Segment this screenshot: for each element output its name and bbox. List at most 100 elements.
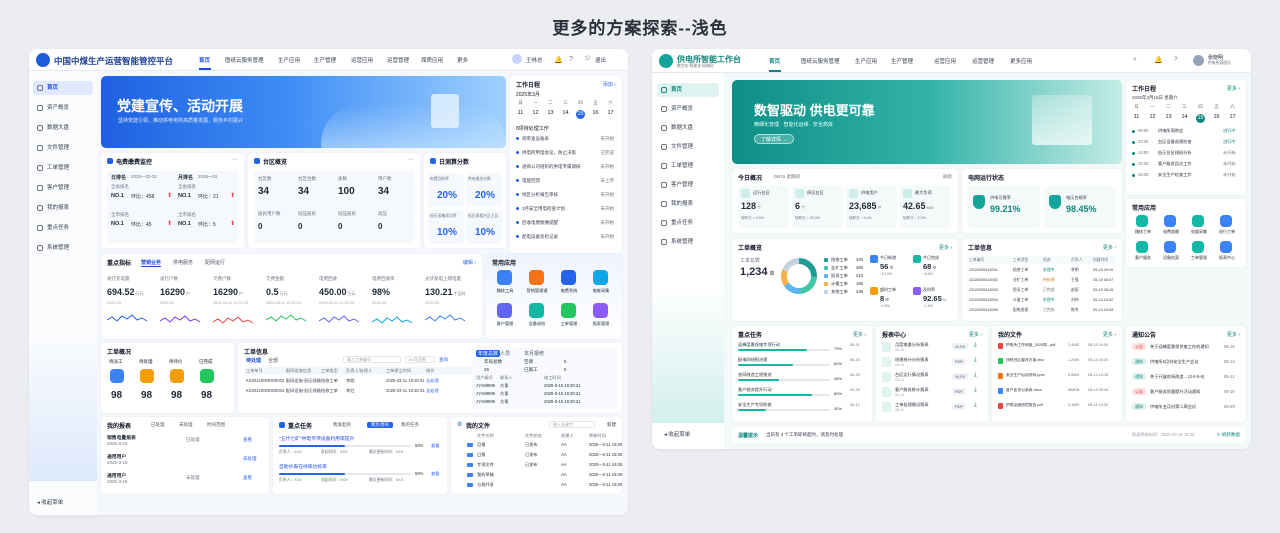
- file-name[interactable]: 供电所工作周报_2025第...pdf: [1006, 343, 1064, 348]
- nav-item-4[interactable]: 运营应用: [351, 56, 373, 64]
- nav-item-7[interactable]: 更多: [457, 56, 468, 64]
- report-filter[interactable]: 未处理: [179, 422, 193, 428]
- nav-item-4[interactable]: 运营应用: [934, 57, 956, 65]
- task-name[interactable]: 安全生产专项检查: [738, 402, 772, 408]
- file-cell[interactable]: 我的草稿: [477, 472, 494, 478]
- app-label[interactable]: 电费系统: [558, 288, 580, 294]
- todo-item[interactable]: 涵商公司组织的供电专属调研 未开始: [516, 163, 614, 171]
- todo-item[interactable]: 3月安全用电检查计划 未开始: [516, 205, 614, 213]
- app-label[interactable]: 设备档案: [1161, 255, 1181, 261]
- notice-text[interactable]: 关于迎峰度夏保供电工作的通知: [1150, 344, 1220, 350]
- nav-item-2[interactable]: 生产应用: [855, 57, 877, 65]
- schedule-more[interactable]: 更多 ›: [1227, 85, 1240, 92]
- app-label[interactable]: 客户管理: [494, 321, 516, 327]
- app-icon[interactable]: [561, 270, 576, 285]
- collapse-menu[interactable]: ◂ 收起菜单: [37, 498, 63, 506]
- nav-item-3[interactable]: 生产管理: [314, 56, 336, 64]
- nav-item-6[interactable]: 煤质应用: [421, 56, 443, 64]
- bell-icon[interactable]: 🔔: [554, 56, 563, 64]
- sidebar-item-8[interactable]: 系统管理: [33, 241, 93, 255]
- calendar-day[interactable]: 15: [1196, 114, 1205, 123]
- kpi-tab[interactable]: 供电服务: [173, 259, 193, 266]
- app-label[interactable]: 报表中心: [1217, 255, 1237, 261]
- calendar-day[interactable]: 13: [1164, 114, 1173, 120]
- todo-item[interactable]: 后收电费催缴提醒 未开始: [516, 219, 614, 227]
- table-row[interactable]: GD20250515003 投诉工单 已完成 赵丽 05-15 08:15: [968, 286, 1116, 294]
- nav-item-1[interactable]: 图纸云服务管理: [801, 57, 840, 65]
- sidebar-item-1[interactable]: 资产概览: [33, 101, 93, 115]
- app-label[interactable]: 报表管理: [590, 321, 612, 327]
- download-icon[interactable]: ⤓: [974, 387, 977, 394]
- kpi-tab[interactable]: 营销业务: [141, 259, 162, 267]
- workinfo-tab[interactable]: 待处理: [246, 357, 261, 364]
- app-icon[interactable]: [1220, 215, 1232, 227]
- todo-item[interactable]: 电能回馈 未上传: [516, 177, 614, 185]
- table-row[interactable]: KS20210009300034 配网设施-低压线路 抢修工单 李红 2025-03-1…: [244, 387, 472, 395]
- refresh-data-button[interactable]: ↻ 刷新数据: [1217, 432, 1240, 438]
- app-icon[interactable]: [1164, 215, 1176, 227]
- workinfo-more[interactable]: 更多 ›: [1103, 244, 1116, 251]
- calendar-day[interactable]: 16: [1212, 114, 1221, 120]
- report-action[interactable]: 查看: [243, 437, 252, 443]
- sidebar-item-1[interactable]: 资产概览: [657, 102, 719, 116]
- report-filter[interactable]: 时间范围: [207, 422, 225, 428]
- report-filter[interactable]: 已处理: [151, 422, 165, 428]
- task-tab[interactable]: 我的任务: [401, 422, 419, 428]
- app-icon[interactable]: [529, 270, 544, 285]
- tasks-more[interactable]: 更多 ›: [853, 331, 866, 338]
- logout-icon[interactable]: ⎋: [585, 56, 590, 63]
- avatar[interactable]: [1193, 55, 1204, 66]
- task-name[interactable]: 自助炒表在线率达标率: [279, 463, 327, 470]
- report-name[interactable]: 通用用户: [107, 472, 126, 479]
- todo-item[interactable]: 供电所用电会议，防止决策 已完成: [516, 149, 614, 157]
- workorder-search-input[interactable]: 输入工单编号: [343, 356, 401, 363]
- task-tab[interactable]: 我发起的: [333, 422, 351, 428]
- notice-text[interactable]: 关于开展农网改造... (3-4-5-6): [1150, 374, 1220, 380]
- power-banner[interactable]: 数智驱动 供电更可靠 精细化管理 · 智能化运维 · 安全高效 了解详情 →: [732, 80, 1122, 164]
- app-icon[interactable]: [593, 270, 608, 285]
- task-action[interactable]: 查看: [431, 471, 439, 477]
- sidebar-item-5[interactable]: 客户管理: [657, 178, 719, 192]
- app-label[interactable]: 稽核工单: [1133, 229, 1153, 235]
- app-icon[interactable]: [497, 270, 512, 285]
- help-icon[interactable]: ?: [569, 56, 573, 63]
- user-name[interactable]: 张晓明: [1208, 54, 1223, 61]
- schedule-text[interactable]: 低压台区线损分析: [1158, 150, 1192, 156]
- calendar-day[interactable]: 14: [561, 110, 570, 116]
- table-row[interactable]: GD20250515004 计量工单 处理中 刘伟 05-14 16:32: [968, 296, 1116, 304]
- app-icon[interactable]: [1192, 215, 1204, 227]
- task-name[interactable]: 迎峰度夏保电专项行动: [738, 342, 780, 348]
- app-icon[interactable]: [1220, 241, 1232, 253]
- sidebar-item-2[interactable]: 数据大盘: [657, 121, 719, 135]
- calendar-day[interactable]: 11: [1132, 114, 1141, 120]
- table-row[interactable]: KS20210009300033 配网设施-低压线路 抢修工单 李刚 2025-03-1…: [244, 377, 472, 385]
- sidebar-item-6[interactable]: 我的报表: [33, 201, 93, 215]
- report-name[interactable]: 销售电量报表: [107, 434, 136, 441]
- app-label[interactable]: 设备巡检: [526, 321, 548, 327]
- report-name[interactable]: 通用用户: [107, 453, 126, 460]
- workinfo-tab[interactable]: 全部: [268, 357, 278, 364]
- date-range-select[interactable]: 80月范围: [405, 356, 435, 363]
- nav-item-5[interactable]: 运营管理: [387, 56, 409, 64]
- file-cell[interactable]: 与我共享: [477, 482, 494, 488]
- task-name[interactable]: 客户服务提升行动: [738, 387, 772, 393]
- file-name[interactable]: 供电设施巡检报告.pdf: [1006, 403, 1064, 408]
- sidebar-item-5[interactable]: 客户管理: [33, 181, 93, 195]
- file-cell[interactable]: 日报: [477, 452, 485, 458]
- calendar-day[interactable]: 15: [576, 110, 585, 119]
- sidebar-item-4[interactable]: 工单管理: [657, 159, 719, 173]
- new-file-button[interactable]: 新建: [607, 422, 616, 428]
- refresh-button[interactable]: 刷新: [943, 174, 952, 180]
- more-icon[interactable]: ···: [407, 156, 414, 163]
- side-tab[interactable]: 年度总数: [476, 350, 501, 357]
- todo-item[interactable]: 调审查设备表 未开始: [516, 135, 614, 143]
- user-name[interactable]: 王林总: [526, 56, 543, 64]
- party-banner[interactable]: 党建宣传、活动开展 坚持党建引领，推动供电电所高质量发展，服务乡村振兴: [101, 76, 506, 148]
- file-name[interactable]: 线损台区整改方案.xlsx: [1006, 358, 1064, 363]
- file-search-input[interactable]: 输入关键字: [549, 421, 595, 428]
- file-cell[interactable]: 专项文件: [477, 462, 494, 468]
- sidebar-item-7[interactable]: 重点任务: [33, 221, 93, 235]
- app-icon[interactable]: [1136, 215, 1148, 227]
- nav-item-0[interactable]: 首页: [199, 56, 210, 64]
- schedule-add[interactable]: 添加 ›: [603, 81, 616, 88]
